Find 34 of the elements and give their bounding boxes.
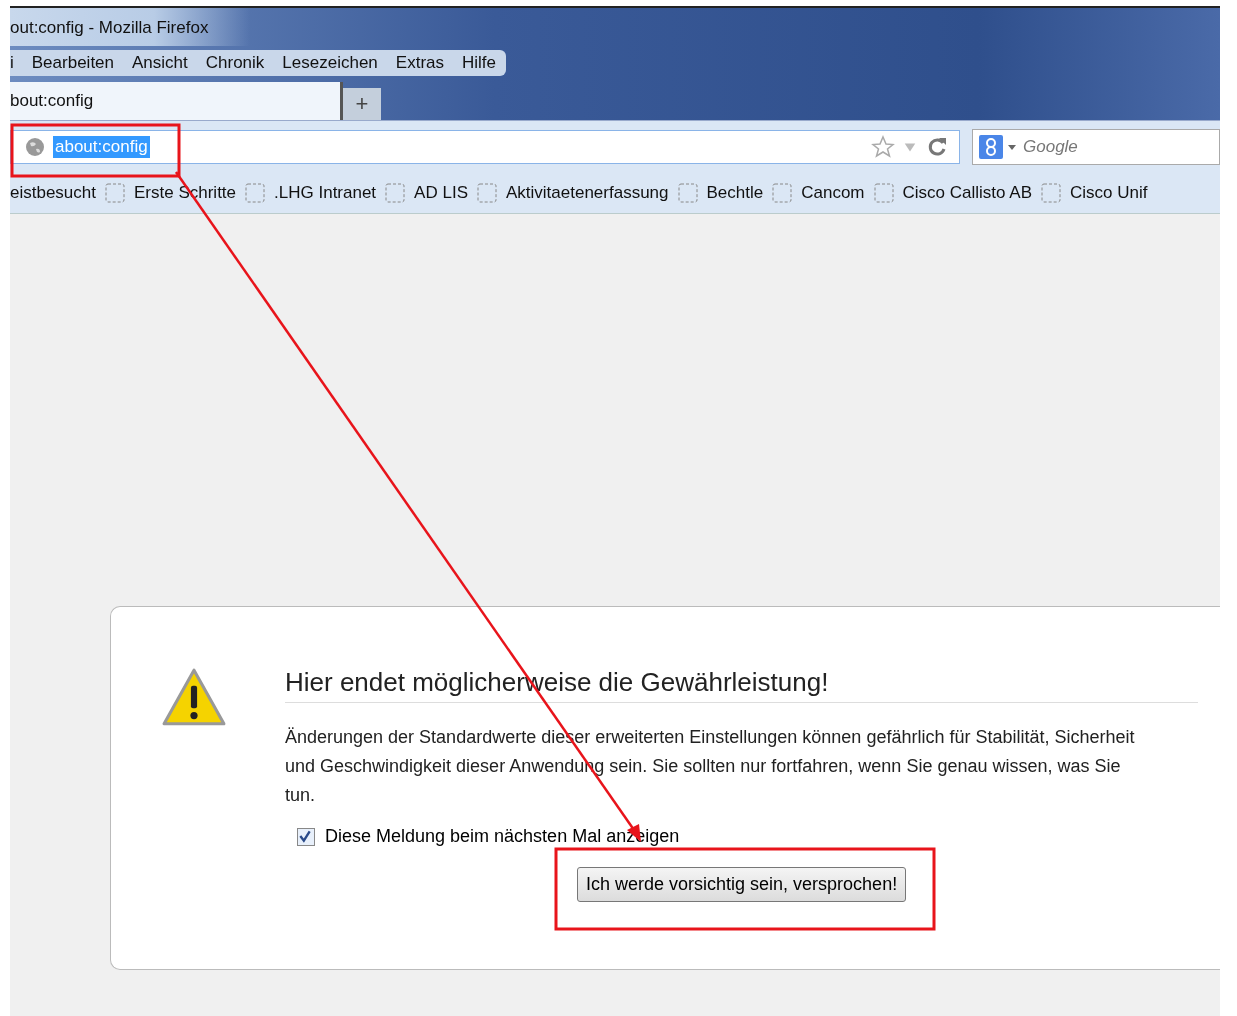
menu-item[interactable]: Hilfe: [462, 53, 497, 73]
bookmark-item[interactable]: eistbesucht: [10, 183, 96, 203]
bookmark-icon: [105, 183, 125, 203]
bookmark-icon: [873, 183, 894, 203]
bookmark-item[interactable]: Bechtle: [706, 183, 764, 203]
window-title: out:config - Mozilla Firefox: [10, 8, 250, 46]
bookmark-icon: [1040, 183, 1061, 203]
globe-icon: [25, 137, 45, 157]
bookmark-item[interactable]: AD LIS: [414, 183, 468, 203]
bookmark-icon: [245, 183, 266, 203]
search-field[interactable]: Google: [972, 129, 1220, 165]
bookmark-item[interactable]: Cancom: [801, 183, 865, 203]
checkbox[interactable]: [297, 827, 315, 846]
confirm-button[interactable]: Ich werde vorsichtig sein, versprochen!: [577, 867, 907, 902]
bookmark-icon: [476, 183, 497, 203]
new-tab-button[interactable]: +: [343, 88, 381, 120]
menu-item[interactable]: Extras: [395, 53, 444, 73]
menu-item[interactable]: Ansicht: [132, 53, 188, 73]
bookmark-item[interactable]: .LHG Intranet: [274, 183, 377, 203]
bookmark-item[interactable]: Cisco Unif: [1069, 183, 1148, 203]
browser-tab[interactable]: bout:config: [10, 82, 343, 120]
menu-item[interactable]: Bearbeiten: [31, 53, 114, 73]
url-text: about:config: [53, 136, 150, 158]
star-icon[interactable]: [871, 135, 895, 159]
bookmark-item[interactable]: Aktivitaetenerfassung: [505, 183, 669, 203]
menu-item[interactable]: Chronik: [205, 53, 265, 73]
bookmark-icon: [385, 183, 406, 203]
menu-item[interactable]: Lesezeichen: [282, 53, 378, 73]
bookmark-icon: [772, 183, 793, 203]
search-engine-icon[interactable]: [979, 135, 1003, 159]
bookmark-icon: [677, 183, 698, 203]
menu-item[interactable]: i: [10, 53, 14, 73]
caret-icon[interactable]: [1007, 142, 1017, 152]
bookmark-item[interactable]: Cisco Callisto AB: [902, 183, 1032, 203]
